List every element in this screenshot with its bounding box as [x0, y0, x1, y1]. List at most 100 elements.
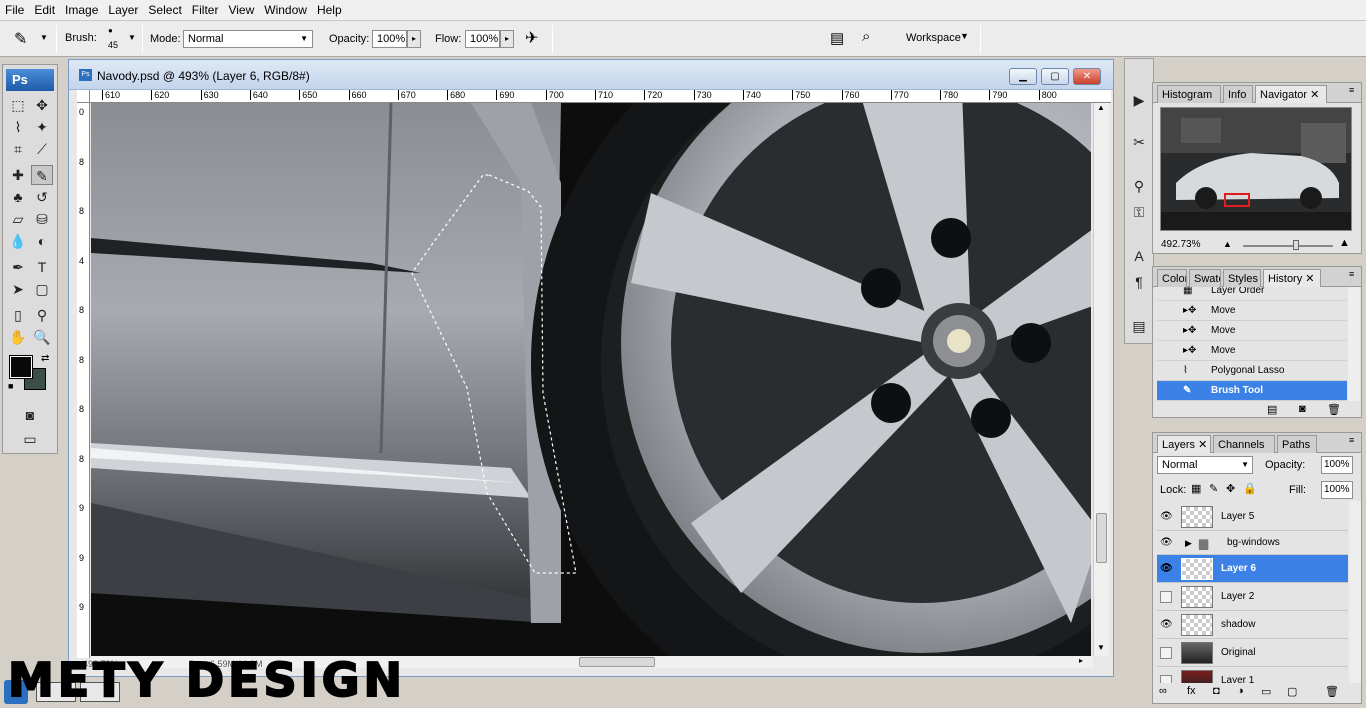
menu-help[interactable]: Help — [312, 0, 347, 21]
minimize-button[interactable]: ▁ — [1009, 68, 1037, 85]
layer-row[interactable]: Layer 2 — [1157, 583, 1348, 611]
new-document-from-state-icon[interactable]: ▤ — [1267, 403, 1277, 416]
eye-icon[interactable]: 👁 — [1160, 563, 1173, 575]
panel-menu-icon[interactable]: ≡ — [1349, 85, 1354, 95]
blend-mode-select[interactable]: Normal ▼ — [1157, 456, 1253, 474]
navigator-zoom[interactable]: 492.73% — [1161, 239, 1200, 250]
delete-layer-icon[interactable]: 🗑 — [1325, 685, 1339, 698]
lock-all-icon[interactable]: 🔒 — [1243, 482, 1257, 495]
tab-info[interactable]: Info — [1223, 85, 1253, 103]
mode-select[interactable]: Normal ▼ — [183, 30, 313, 48]
visibility-toggle-off[interactable] — [1160, 675, 1172, 683]
maximize-button[interactable]: ▢ — [1041, 68, 1069, 85]
eye-icon[interactable]: 👁 — [1160, 537, 1173, 549]
ruler-origin[interactable] — [77, 90, 90, 103]
blur-tool-icon[interactable]: 💧 — [7, 231, 29, 251]
vertical-scrollbar[interactable]: ▲ ▼ — [1093, 103, 1109, 656]
brush-picker-dropdown-icon[interactable]: ▼ — [128, 33, 136, 42]
horizontal-ruler[interactable]: 610 620 630 640 650 660 670 680 690 700 710 720 730 7… — [90, 90, 1111, 103]
delete-state-icon[interactable]: 🗑 — [1327, 403, 1341, 416]
slice-tool-icon[interactable]: ⟋ — [31, 139, 53, 159]
shape-tool-icon[interactable]: ▢ — [31, 279, 53, 299]
palette-well-icon[interactable]: ▤ — [830, 29, 844, 47]
type-tool-icon[interactable]: T — [31, 257, 53, 277]
eye-icon[interactable]: 👁 — [1160, 511, 1173, 523]
navigator-thumbnail[interactable] — [1160, 107, 1352, 231]
group-expand-icon[interactable]: ▶ — [1185, 531, 1192, 555]
tab-color[interactable]: Color — [1157, 269, 1187, 287]
flow-slider-button[interactable]: ▸ — [500, 30, 514, 48]
notes-tool-icon[interactable]: ▯ — [7, 305, 29, 325]
screen-mode-icon[interactable]: ▭ — [19, 429, 41, 449]
opacity-input[interactable]: 100% — [372, 30, 407, 48]
paint-bucket-tool-icon[interactable]: ⛁ — [31, 209, 53, 229]
preset-dropdown-icon[interactable]: ▼ — [40, 33, 48, 42]
eyedropper-tool-icon[interactable]: ⚲ — [31, 305, 53, 325]
history-item[interactable]: ⌇ Polygonal Lasso — [1157, 361, 1347, 381]
document-canvas[interactable] — [91, 103, 1091, 656]
airbrush-icon[interactable]: ✈ — [525, 28, 538, 48]
layer-row[interactable]: 👁 Layer 5 — [1157, 503, 1348, 531]
vertical-scroll-thumb[interactable] — [1096, 513, 1107, 563]
history-item[interactable]: ▸✥ Move — [1157, 341, 1347, 361]
vertical-ruler[interactable]: 0 8 8 4 8 8 8 8 9 9 9 — [77, 103, 90, 658]
tab-channels[interactable]: Channels — [1213, 435, 1275, 453]
clone-source-icon[interactable]: ⚿ — [1128, 201, 1150, 223]
swap-colors-icon[interactable]: ⇄ — [41, 353, 49, 364]
layer-row[interactable]: Layer 1 — [1157, 667, 1348, 683]
tab-swatches[interactable]: Swatc — [1189, 269, 1221, 287]
tool-presets-icon[interactable]: ✂ — [1128, 131, 1150, 153]
menu-view[interactable]: View — [223, 0, 259, 21]
pen-tool-icon[interactable]: ✒ — [7, 257, 29, 277]
panel-menu-icon[interactable]: ≡ — [1349, 435, 1354, 445]
lasso-tool-icon[interactable]: ⌇ — [7, 117, 29, 137]
add-mask-icon[interactable]: ◘ — [1213, 685, 1220, 697]
menu-window[interactable]: Window — [259, 0, 312, 21]
ps-logo[interactable]: Ps — [6, 69, 54, 91]
hand-tool-icon[interactable]: ✋ — [7, 327, 29, 347]
document-title-bar[interactable]: Ps Navody.psd @ 493% (Layer 6, RGB/8#) ▁… — [69, 60, 1113, 90]
layer-row[interactable]: Original — [1157, 639, 1348, 667]
workspace-button[interactable]: Workspace — [906, 31, 961, 45]
menu-file[interactable]: File — [0, 0, 29, 21]
zoom-in-icon[interactable]: ▲ — [1339, 237, 1350, 249]
history-item-selected[interactable]: ✎ Brush Tool — [1157, 381, 1347, 401]
tab-histogram[interactable]: Histogram — [1157, 85, 1221, 103]
quick-mask-icon[interactable]: ◙ — [19, 405, 41, 425]
new-group-icon[interactable]: ▭ — [1261, 685, 1271, 698]
layer-row-selected[interactable]: 👁 Layer 6 — [1157, 555, 1348, 583]
default-colors-icon[interactable]: ■ — [8, 381, 13, 391]
zoom-slider-thumb[interactable] — [1293, 240, 1299, 250]
menu-image[interactable]: Image — [60, 0, 103, 21]
tab-styles[interactable]: Styles — [1223, 269, 1261, 287]
menu-filter[interactable]: Filter — [187, 0, 224, 21]
zoom-tool-icon[interactable]: 🔍 — [31, 327, 53, 347]
history-item[interactable]: ▸✥ Move — [1157, 321, 1347, 341]
layer-style-icon[interactable]: fx — [1187, 685, 1196, 697]
opacity-slider-button[interactable]: ▸ — [407, 30, 421, 48]
layer-opacity-input[interactable]: 100% — [1321, 456, 1353, 474]
brush-tool-preset-icon[interactable]: ✎ — [14, 29, 27, 49]
history-brush-tool-icon[interactable]: ↺ — [31, 187, 53, 207]
bridge-icon[interactable]: ⌕ — [862, 28, 870, 45]
dodge-tool-icon[interactable]: ◐ — [31, 231, 53, 251]
workspace-dropdown-icon[interactable]: ▼ — [960, 31, 969, 41]
crop-tool-icon[interactable]: ⌗ — [7, 139, 29, 159]
flow-input[interactable]: 100% — [465, 30, 500, 48]
menu-edit[interactable]: Edit — [29, 0, 60, 21]
layers-scrollbar[interactable] — [1349, 501, 1361, 683]
tab-navigator[interactable]: Navigator ✕ — [1255, 85, 1327, 103]
scroll-down-icon[interactable]: ▼ — [1097, 643, 1105, 652]
path-selection-tool-icon[interactable]: ➤ — [7, 279, 29, 299]
adjustment-layer-icon[interactable]: ◑ — [1237, 685, 1244, 697]
new-snapshot-icon[interactable]: ◙ — [1299, 403, 1306, 415]
visibility-toggle-off[interactable] — [1160, 647, 1172, 659]
panel-menu-icon[interactable]: ≡ — [1349, 269, 1354, 279]
eraser-tool-icon[interactable]: ▱ — [7, 209, 29, 229]
brush-tool-icon[interactable]: ✎ — [31, 165, 53, 185]
close-button[interactable]: ✕ — [1073, 68, 1101, 85]
visibility-toggle-off[interactable] — [1160, 591, 1172, 603]
lock-position-icon[interactable]: ✥ — [1226, 482, 1235, 495]
foreground-color-swatch[interactable] — [9, 355, 33, 379]
magic-wand-tool-icon[interactable]: ✦ — [31, 117, 53, 137]
